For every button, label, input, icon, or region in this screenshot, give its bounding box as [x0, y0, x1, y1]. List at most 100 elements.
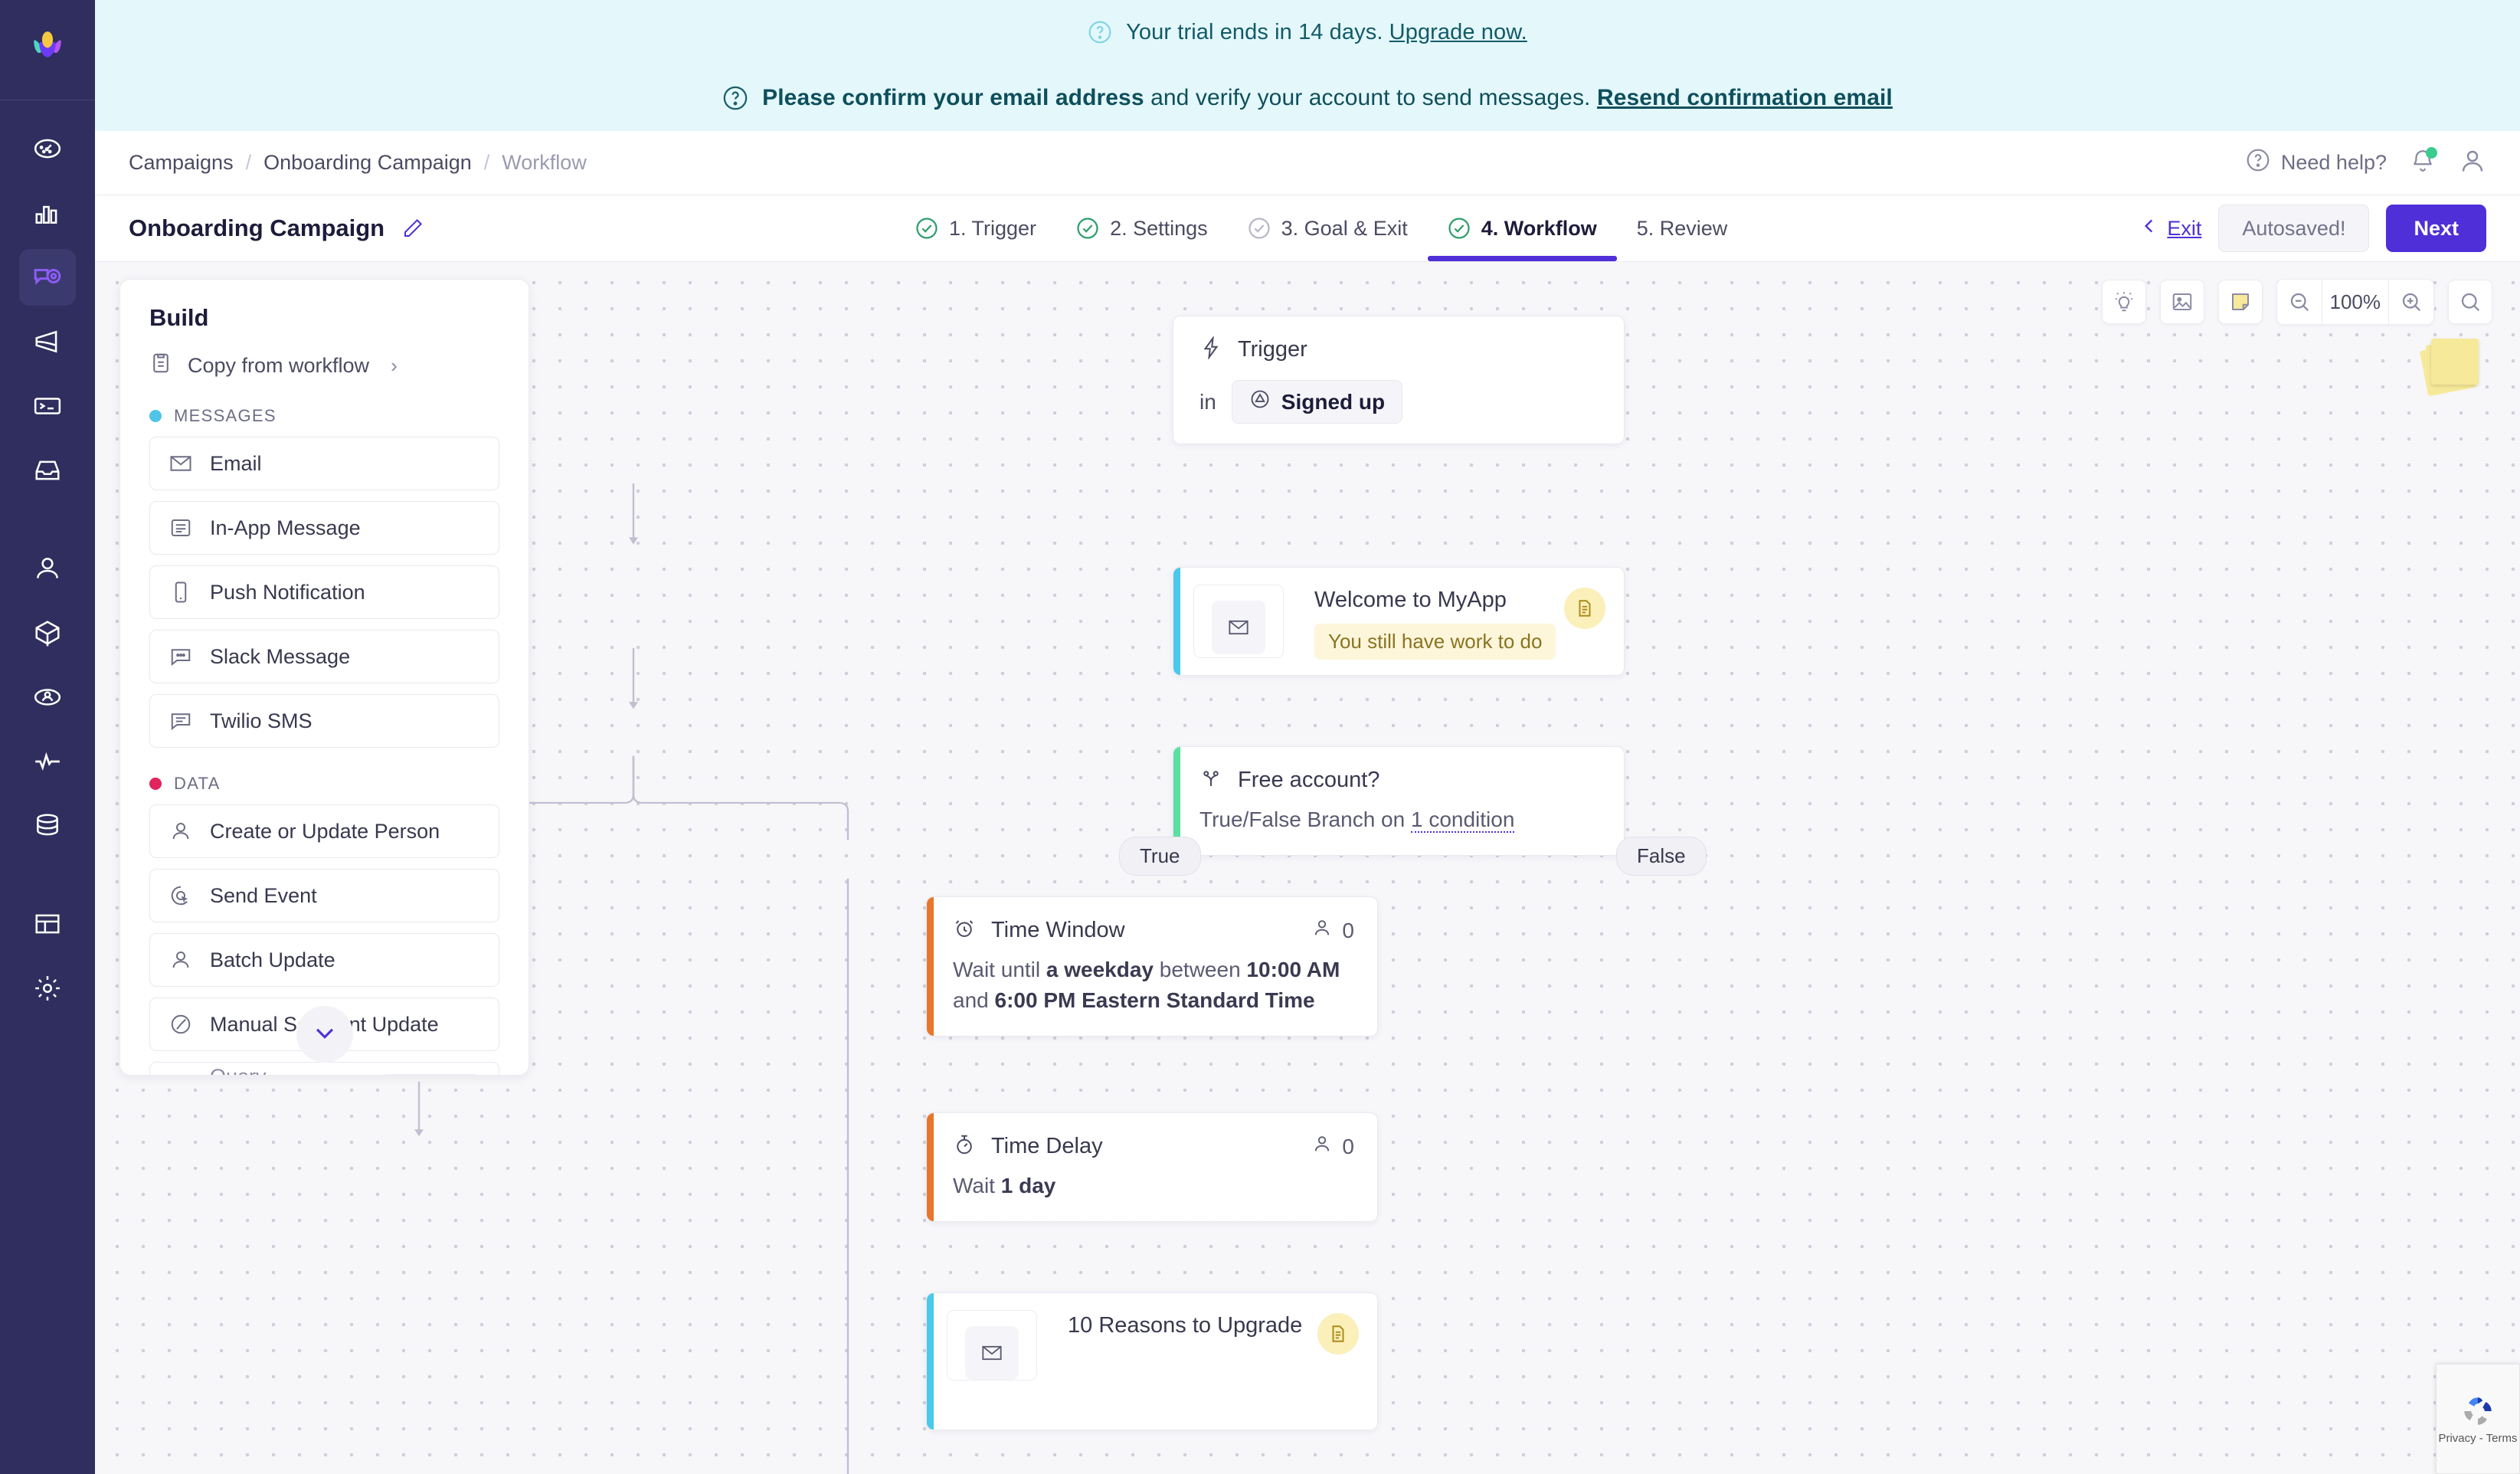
node-trigger-condition: in Signed up	[1199, 380, 1601, 424]
pencil-icon[interactable]	[401, 217, 424, 240]
sidebar-item-transactional[interactable]	[19, 378, 76, 434]
tab-step-settings[interactable]: 2. Settings	[1056, 195, 1228, 261]
node-time-window-title: Time Window	[991, 918, 1125, 942]
node-trigger-body: Trigger in Signed up	[1173, 316, 1624, 444]
sidebar-item-content[interactable]	[19, 896, 76, 952]
sidebar-item-dashboard[interactable]	[19, 120, 76, 177]
chevron-left-icon	[2139, 216, 2159, 241]
node-time-delay[interactable]: Time Delay 0 Wait 1 day	[926, 1112, 1378, 1222]
email-preview-thumbnail	[947, 1310, 1037, 1381]
trigger-segment-chip[interactable]: Signed up	[1231, 380, 1403, 424]
sidebar-item-analytics[interactable]	[19, 185, 76, 241]
bell-icon[interactable]	[2410, 147, 2437, 178]
section-label-data: DATA	[174, 774, 221, 793]
need-help-label: Need help?	[2280, 151, 2387, 174]
branch-condition-link[interactable]: 1 condition	[1410, 807, 1515, 833]
node-trigger-title: Trigger	[1238, 337, 1307, 362]
build-item-in-app-message[interactable]: In-App Message	[149, 501, 499, 555]
global-nav-rail	[0, 0, 95, 1474]
node-branch[interactable]: Free account? True/False Branch on 1 con…	[1173, 746, 1625, 856]
build-item-slack-message[interactable]: Slack Message	[149, 630, 499, 683]
sidebar-item-data-index[interactable]	[19, 798, 76, 854]
resend-confirmation-link[interactable]: Resend confirmation email	[1597, 85, 1893, 110]
branch-label-false[interactable]: False	[1616, 837, 1707, 876]
sidebar-item-campaigns[interactable]	[19, 249, 76, 306]
sidebar-item-activity[interactable]	[19, 733, 76, 790]
sidebar-item-broadcasts[interactable]	[19, 313, 76, 370]
breadcrumb-separator-2: /	[483, 151, 490, 174]
build-item-send-event[interactable]: Send Event	[149, 869, 499, 922]
zoom-level[interactable]: 100%	[2321, 280, 2389, 324]
canvas-toolbar: 100%	[2101, 279, 2492, 325]
build-item-query-collection[interactable]: Query Collection Premium	[149, 1062, 499, 1075]
sticky-note-icon[interactable]	[2217, 280, 2263, 324]
sidebar-item-objects[interactable]	[19, 604, 76, 661]
segment-pie-icon	[169, 1012, 193, 1037]
build-item-create-or-update-person[interactable]: Create or Update Person	[149, 804, 499, 858]
tab-step-review[interactable]: 5. Review	[1617, 195, 1748, 261]
trigger-in-label: in	[1199, 389, 1216, 414]
tab-step-goal-exit[interactable]: 3. Goal & Exit	[1228, 195, 1428, 261]
build-item-label: In-App Message	[210, 516, 361, 539]
upgrade-now-link[interactable]: Upgrade now.	[1389, 20, 1527, 44]
tab-step-workflow[interactable]: 4. Workflow	[1427, 195, 1617, 261]
sidebar-item-settings[interactable]	[19, 960, 76, 1017]
node-time-delay-head: Time Delay 0	[953, 1133, 1354, 1160]
tab-step-trigger[interactable]: 1. Trigger	[895, 195, 1056, 261]
document-icon[interactable]	[1317, 1313, 1359, 1354]
next-button[interactable]: Next	[2386, 205, 2486, 252]
sidebar-item-inbox[interactable]	[19, 442, 76, 499]
mobile-phone-icon	[169, 580, 193, 604]
email-preview-thumbnail	[1193, 585, 1284, 658]
sticky-note-front	[2431, 339, 2479, 385]
section-dot-messages	[149, 410, 162, 422]
document-icon[interactable]	[1564, 588, 1605, 629]
zoom-in-icon[interactable]	[2389, 280, 2433, 324]
trial-banner: Your trial ends in 14 days. Upgrade now.	[95, 0, 2520, 64]
copy-from-workflow-button[interactable]: Copy from workflow ›	[120, 332, 529, 380]
tw-part-2: between	[1154, 958, 1247, 981]
node-upgrade-email[interactable]: 10 Reasons to Upgrade	[926, 1292, 1378, 1430]
sidebar-item-segments[interactable]	[19, 669, 76, 726]
step-label-trigger: 1. Trigger	[949, 216, 1037, 240]
td-part-0: Wait	[953, 1174, 1001, 1197]
node-accent-bar	[927, 897, 934, 1036]
breadcrumb-item-onboarding-campaign[interactable]: Onboarding Campaign	[263, 151, 472, 175]
build-item-batch-update[interactable]: Batch Update	[149, 933, 499, 987]
exit-button[interactable]: Exit	[2139, 216, 2201, 241]
scroll-more-button[interactable]	[296, 1006, 353, 1063]
exit-label: Exit	[2167, 216, 2202, 240]
zoom-controls: 100%	[2276, 279, 2434, 325]
build-item-email[interactable]: Email	[149, 437, 499, 490]
section-dot-data	[149, 778, 162, 790]
campaign-header-bar: Onboarding Campaign 1. Trigger 2. Settin…	[95, 195, 2520, 262]
lightbulb-icon[interactable]	[2101, 280, 2146, 324]
copy-from-workflow-label: Copy from workflow	[188, 354, 370, 377]
search-icon[interactable]	[2448, 280, 2492, 324]
node-time-window[interactable]: Time Window 0 Wait until a weekday betwe…	[926, 896, 1378, 1037]
tw-part-0: Wait until	[953, 958, 1046, 981]
question-circle-icon	[722, 85, 748, 111]
brand-logo-icon[interactable]	[20, 18, 75, 74]
recaptcha-badge[interactable]: Privacy - Terms	[2436, 1364, 2520, 1474]
need-help-button[interactable]: Need help?	[2246, 148, 2387, 178]
sidebar-item-people[interactable]	[19, 540, 76, 597]
zoom-out-icon[interactable]	[2277, 280, 2322, 324]
build-item-label: Batch Update	[210, 948, 335, 971]
autosaved-status: Autosaved!	[2218, 205, 2370, 252]
user-icon[interactable]	[2459, 147, 2486, 179]
check-circle-icon	[1077, 218, 1098, 239]
email-node-text: Welcome to MyApp You still have work to …	[1284, 568, 1564, 675]
node-trigger[interactable]: Trigger in Signed up	[1173, 316, 1625, 444]
branch-label-true[interactable]: True	[1119, 837, 1201, 876]
envelope-icon	[965, 1326, 1019, 1380]
breadcrumb-item-campaigns[interactable]: Campaigns	[129, 151, 234, 175]
node-welcome-email[interactable]: Welcome to MyApp You still have work to …	[1173, 567, 1625, 676]
canvas-sticky-notes[interactable]	[2419, 339, 2479, 397]
build-item-twilio-sms[interactable]: Twilio SMS	[149, 694, 499, 748]
image-icon[interactable]	[2159, 280, 2204, 324]
build-item-label: Push Notification	[210, 580, 365, 604]
breadcrumb-bar: Campaigns / Onboarding Campaign / Workfl…	[95, 131, 2520, 195]
build-section-messages: MESSAGES Email In-App Message Push Notif…	[120, 380, 529, 748]
build-item-push-notification[interactable]: Push Notification	[149, 565, 499, 619]
